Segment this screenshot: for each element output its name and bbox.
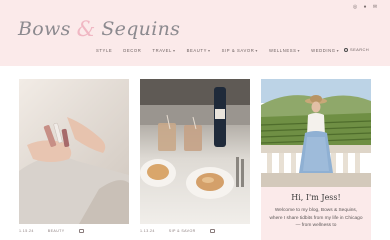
- main-nav: STYLE DECOR TRAVEL▾ BEAUTY▾ SIP & SAVOR▾…: [96, 48, 339, 53]
- post-meta: 1.13.24 SIP & SAVOR: [140, 224, 250, 238]
- post-card: 1.13.24 SIP & SAVOR: [140, 79, 250, 238]
- post-card: 1.15.24 BEAUTY: [19, 79, 129, 238]
- vineyard-photo-illustration: [261, 79, 371, 187]
- instagram-icon[interactable]: ◎: [352, 4, 358, 10]
- about-box: Hi, I'm Jess! Welcome to my blog, Bows &…: [261, 187, 371, 240]
- nav-item-label: SIP & SAVOR: [221, 48, 255, 53]
- sidebar-about: Hi, I'm Jess! Welcome to my blog, Bows &…: [261, 79, 371, 240]
- post-meta: 1.15.24 BEAUTY: [19, 224, 129, 238]
- chevron-down-icon: ▾: [173, 48, 176, 53]
- nav-item-sip-savor[interactable]: SIP & SAVOR▾: [222, 48, 258, 53]
- nav-item-style[interactable]: STYLE: [96, 48, 112, 53]
- post-category[interactable]: BEAUTY: [48, 229, 65, 233]
- skincare-photo-illustration: [19, 117, 129, 224]
- author-photo: [261, 79, 371, 187]
- nav-item-label: WEDDING: [311, 48, 336, 53]
- nav-item-label: STYLE: [96, 48, 113, 53]
- search-icon: [344, 47, 348, 52]
- nav-item-label: DECOR: [123, 48, 142, 53]
- coffee-photo-illustration: [140, 79, 250, 199]
- post-image-skincare[interactable]: [19, 79, 129, 224]
- post-image-coffee[interactable]: [140, 79, 250, 224]
- search-label: SEARCH: [350, 47, 370, 52]
- social-links: ◎ ● ✉: [352, 4, 378, 10]
- logo-word-left: Bows: [18, 18, 71, 40]
- pinterest-icon[interactable]: ●: [362, 4, 368, 10]
- chevron-down-icon: ▾: [207, 48, 211, 53]
- email-icon[interactable]: ✉: [372, 4, 378, 10]
- post-category[interactable]: SIP & SAVOR: [169, 229, 196, 233]
- comment-icon[interactable]: [78, 229, 84, 233]
- comment-icon[interactable]: [209, 229, 215, 233]
- chevron-down-icon: ▾: [255, 48, 258, 53]
- nav-item-label: TRAVEL: [152, 48, 172, 53]
- site-header: ◎ ● ✉ Bows & Sequins STYLE DECOR TRAVEL▾…: [0, 0, 390, 66]
- logo-ampersand: &: [76, 17, 96, 41]
- nav-item-wellness[interactable]: WELLNESS▾: [269, 48, 300, 53]
- chevron-down-icon: ▾: [297, 48, 301, 53]
- site-logo[interactable]: Bows & Sequins: [18, 17, 180, 41]
- search-button[interactable]: SEARCH: [344, 47, 369, 52]
- post-date: 1.15.24: [19, 229, 34, 233]
- nav-item-wedding[interactable]: WEDDING▾: [311, 48, 339, 53]
- nav-item-travel[interactable]: TRAVEL▾: [152, 48, 175, 53]
- about-title: Hi, I'm Jess!: [291, 193, 341, 202]
- about-text: Welcome to my blog, Bows & Sequins, wher…: [269, 208, 363, 229]
- nav-item-label: BEAUTY: [186, 48, 207, 53]
- chevron-down-icon: ▾: [336, 48, 340, 53]
- logo-word-right: Sequins: [101, 18, 181, 40]
- nav-item-label: WELLNESS: [268, 48, 297, 53]
- post-date: 1.13.24: [140, 229, 155, 233]
- nav-item-decor[interactable]: DECOR: [123, 48, 141, 53]
- nav-item-beauty[interactable]: BEAUTY▾: [187, 48, 211, 53]
